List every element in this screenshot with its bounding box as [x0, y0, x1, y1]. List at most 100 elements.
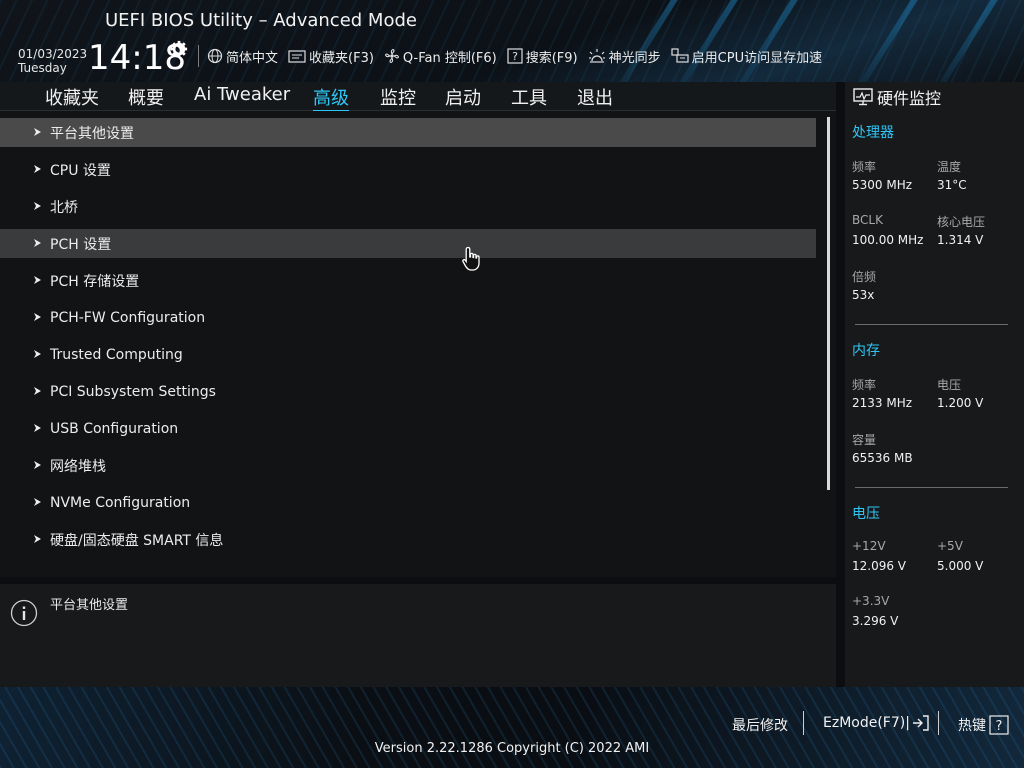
header-decoration [723, 0, 803, 82]
menu-item-trusted-computing[interactable]: Trusted Computing [0, 340, 816, 369]
voltage-section-title: 电压 [852, 506, 880, 522]
v12-label: +12V [852, 539, 886, 553]
menu-item-northbridge[interactable]: 北桥 [0, 192, 816, 221]
last-modified-button[interactable]: 最后修改 [732, 715, 788, 735]
chevron-right-icon [34, 164, 41, 173]
v5-value: 5.000 V [937, 559, 984, 573]
search-button[interactable]: ? 搜索(F9) [507, 47, 578, 66]
v12-value: 12.096 V [852, 559, 907, 573]
header-decoration [923, 0, 1003, 82]
hardware-monitor-label: 硬件监控 [877, 89, 942, 108]
language-button[interactable]: 简体中文 [207, 47, 278, 66]
chevron-right-icon [34, 460, 41, 469]
favorites-icon [288, 50, 306, 63]
menu-item-network-stack[interactable]: 网络堆栈 [0, 451, 816, 480]
main-tabs: 收藏夹 概要 Ai Tweaker 高级 监控 启动 工具 退出 [0, 82, 836, 112]
menu-item-platform-misc[interactable]: 平台其他设置 [0, 118, 816, 147]
favorites-label: 收藏夹(F3) [309, 50, 374, 66]
svg-text:?: ? [512, 50, 518, 63]
monitor-icon [853, 88, 873, 106]
chevron-right-icon [34, 312, 41, 321]
menu-item-label: PCH 存储设置 [50, 273, 140, 290]
hand-cursor-icon [462, 246, 480, 271]
footer-divider [938, 711, 939, 735]
top-toolbar: 简体中文 收藏夹(F3) Q-Fan 控制(F6) ? 搜索(F9) 神光同步 … [198, 44, 832, 68]
header-decoration [663, 0, 743, 82]
ezmode-label: EzMode(F7)| [823, 715, 910, 731]
header-decoration [603, 0, 683, 82]
chevron-right-icon [34, 386, 41, 395]
menu-item-pci-subsystem[interactable]: PCI Subsystem Settings [0, 377, 816, 406]
menu-item-smart-info[interactable]: 硬盘/固态硬盘 SMART 信息 [0, 525, 816, 554]
hardware-monitor-title: 硬件监控 [853, 85, 941, 109]
ezmode-button[interactable]: EzMode(F7)| [823, 715, 930, 731]
menu-item-pch-config[interactable]: PCH 设置 [0, 229, 816, 258]
resize-bar-icon [671, 48, 689, 63]
menu-scrollbar[interactable] [827, 117, 830, 490]
tab-tool[interactable]: 工具 [511, 84, 547, 110]
menu-item-label: PCH 设置 [50, 236, 112, 253]
clock-settings-gear-icon[interactable] [170, 40, 188, 62]
mem-cap-label: 容量 [852, 433, 877, 447]
mem-volt-value: 1.200 V [937, 396, 984, 410]
chevron-right-icon [34, 534, 41, 543]
chevron-right-icon [34, 275, 41, 284]
section-divider [855, 324, 1008, 325]
tab-favorites[interactable]: 收藏夹 [45, 84, 99, 110]
info-icon [10, 599, 38, 627]
mem-freq-value: 2133 MHz [852, 396, 913, 410]
favorites-button[interactable]: 收藏夹(F3) [288, 47, 374, 66]
hotkeys-button[interactable]: 热键 ? [958, 715, 1009, 735]
tab-main[interactable]: 概要 [128, 84, 164, 110]
aura-sync-button[interactable]: 神光同步 [588, 47, 661, 66]
tab-monitor[interactable]: 监控 [380, 84, 416, 110]
chevron-right-icon [34, 201, 41, 210]
vcore-value: 1.314 V [937, 233, 984, 247]
menu-item-pch-storage[interactable]: PCH 存储设置 [0, 266, 816, 295]
version-text: Version 2.22.1286 Copyright (C) 2022 AMI [374, 741, 650, 756]
cpu-section-title: 处理器 [852, 125, 894, 141]
menu-item-label: PCH-FW Configuration [50, 309, 206, 326]
tab-ai-tweaker[interactable]: Ai Tweaker [194, 84, 290, 105]
resize-bar-label: 启用CPU访问显存加速 [691, 50, 823, 66]
cpu-freq-label: 频率 [852, 160, 877, 174]
menu-item-label: Trusted Computing [50, 346, 183, 363]
weekday-text: Tuesday [18, 61, 67, 75]
mem-volt-label: 电压 [937, 378, 962, 392]
cpu-temp-label: 温度 [937, 160, 962, 174]
menu-item-usb-config[interactable]: USB Configuration [0, 414, 816, 443]
footer-divider [803, 711, 804, 735]
tab-exit[interactable]: 退出 [577, 84, 613, 110]
menu-item-cpu-config[interactable]: CPU 设置 [0, 155, 816, 184]
tab-advanced[interactable]: 高级 [313, 84, 349, 112]
resize-bar-button[interactable]: 启用CPU访问显存加速 [671, 47, 822, 66]
search-label: 搜索(F9) [525, 50, 578, 66]
date-display: 01/03/2023 Tuesday [18, 47, 87, 75]
aura-label: 神光同步 [608, 50, 661, 66]
menu-item-label: 网络堆栈 [50, 458, 106, 475]
exit-arrow-icon [912, 715, 929, 731]
footer-bar: 最后修改 EzMode(F7)| 热键 ? Version 2.22.1286 … [0, 687, 1024, 768]
tab-boot[interactable]: 启动 [445, 84, 481, 110]
app-title: UEFI BIOS Utility – Advanced Mode [105, 10, 417, 31]
qfan-control-button[interactable]: Q-Fan 控制(F6) [384, 47, 497, 66]
cpu-freq-value: 5300 MHz [852, 178, 913, 192]
toolbar-divider [198, 45, 199, 67]
chevron-right-icon [34, 238, 41, 247]
fan-icon [384, 49, 399, 63]
help-text: 平台其他设置 [50, 598, 129, 613]
header-decoration [843, 0, 923, 82]
help-search-icon: ? [507, 48, 523, 64]
ratio-value: 53x [852, 288, 875, 302]
v33-value: 3.296 V [852, 614, 899, 628]
v33-label: +3.3V [852, 594, 890, 608]
chevron-right-icon [34, 349, 41, 358]
menu-item-label: PCI Subsystem Settings [50, 383, 216, 400]
bclk-label: BCLK [852, 213, 883, 227]
svg-text:?: ? [996, 719, 1003, 734]
header-bar: UEFI BIOS Utility – Advanced Mode 01/03/… [0, 0, 1024, 82]
menu-item-pch-fw[interactable]: PCH-FW Configuration [0, 303, 816, 332]
menu-item-label: NVMe Configuration [50, 494, 191, 511]
menu-item-label: 硬盘/固态硬盘 SMART 信息 [50, 532, 224, 549]
menu-item-nvme-config[interactable]: NVMe Configuration [0, 488, 816, 517]
